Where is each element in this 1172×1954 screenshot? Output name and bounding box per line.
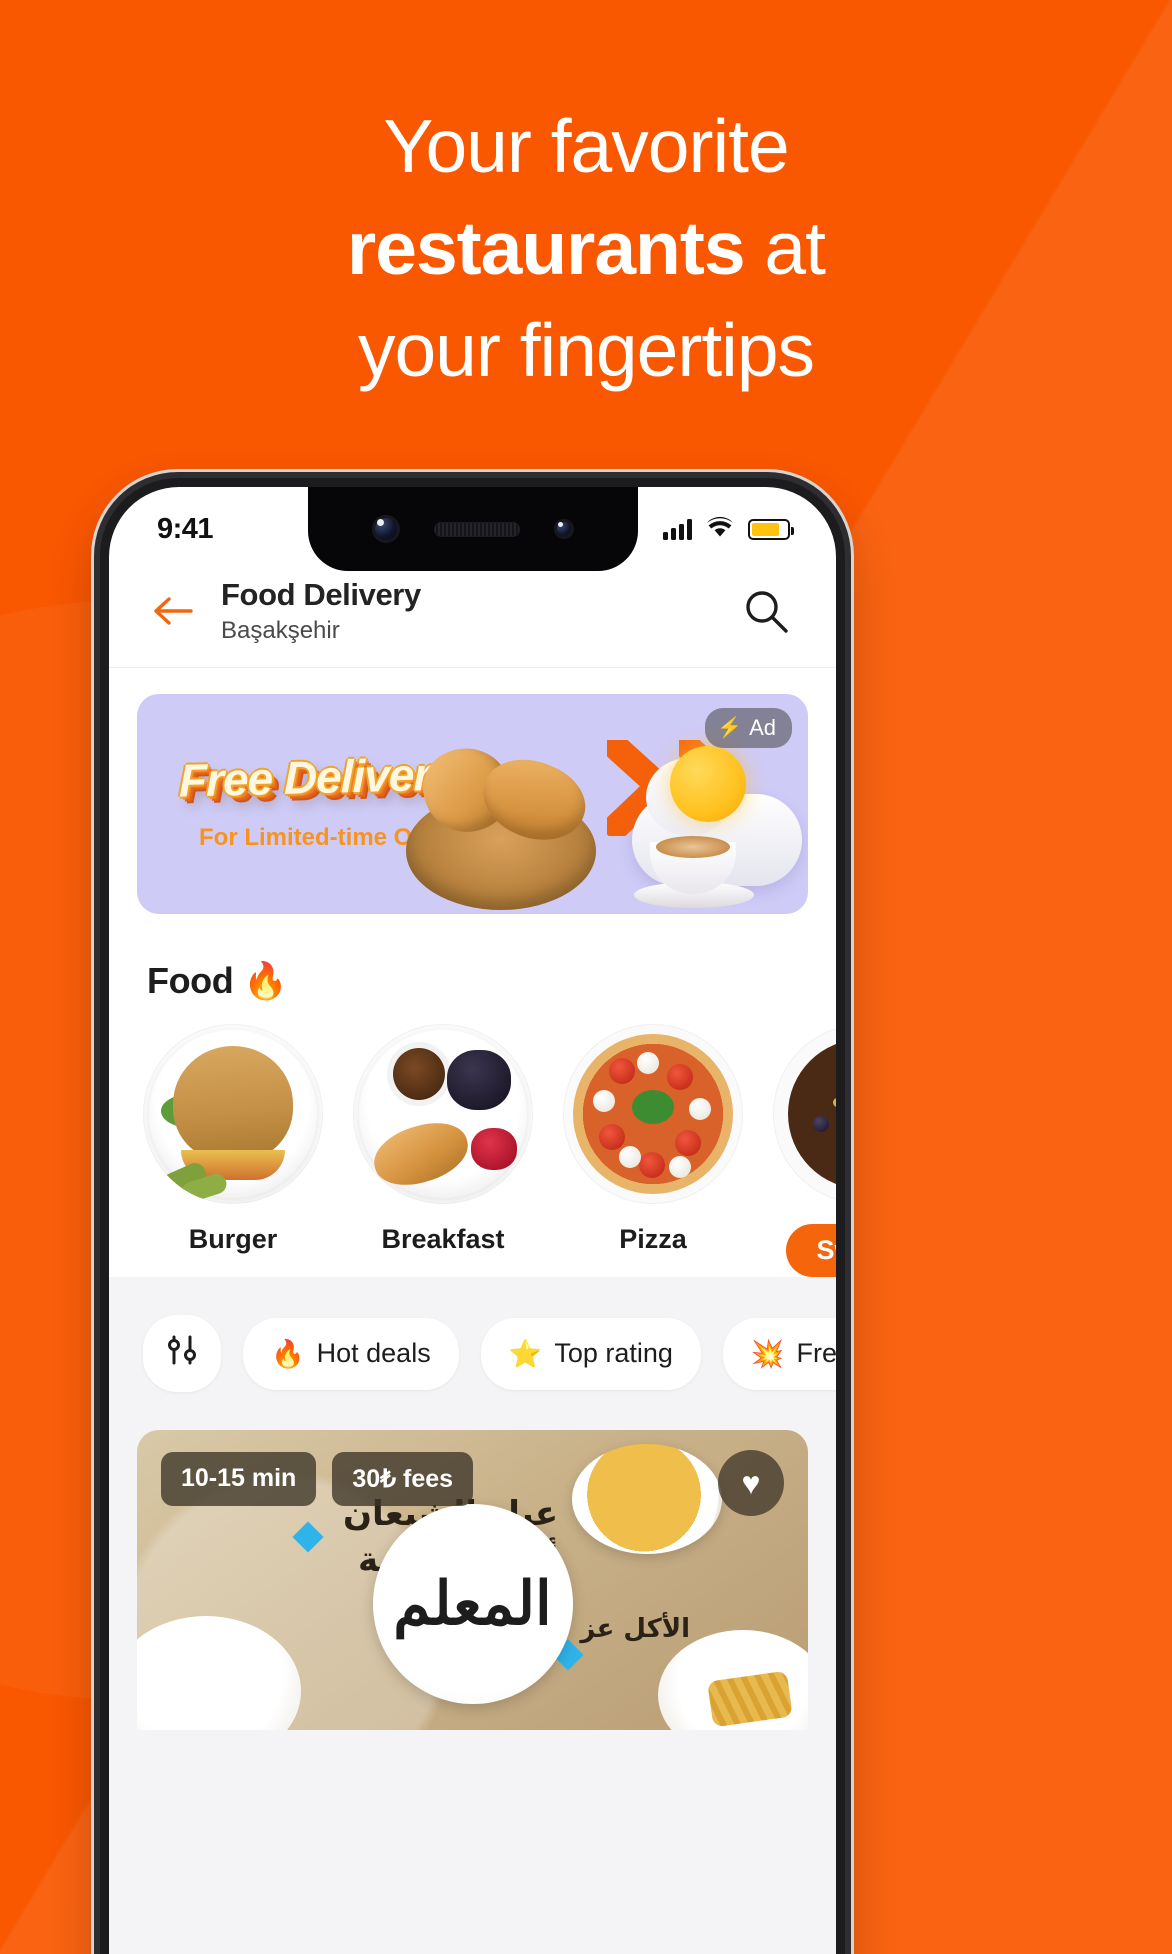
filter-sliders-icon — [165, 1335, 199, 1372]
category-label-breakfast: Breakfast — [381, 1224, 505, 1254]
food-section-title: Food 🔥 — [109, 914, 836, 1024]
cellular-signal-icon — [663, 518, 692, 540]
restaurant-side-dish-image — [137, 1616, 301, 1730]
category-item-pizza[interactable]: Pizza — [563, 1024, 743, 1277]
ad-badge-label: Ad — [749, 715, 776, 740]
collision-icon: 💥 — [750, 1338, 785, 1369]
heart-icon: ♥ — [741, 1464, 761, 1501]
restaurant-card[interactable]: عيار الشبعان أربعين لقمة الأكل عز المعلم… — [137, 1430, 808, 1730]
hero-line-3: your fingertips — [357, 308, 815, 392]
category-image-breakfast — [353, 1024, 533, 1204]
double-chevron-icon — [607, 740, 745, 836]
filter-chip-free-delivery-label: Free delivery — [796, 1338, 836, 1368]
restaurant-logo: المعلم — [372, 1504, 573, 1704]
page-title: Food Delivery — [221, 577, 421, 612]
hero-headline: Your favorite restaurants at your finger… — [0, 95, 1172, 401]
app-header: Food Delivery Başakşehir — [109, 571, 836, 668]
hero-line-1: Your favorite — [383, 104, 789, 188]
hero-line-2: restaurants at — [0, 197, 1172, 299]
filter-chip-top-rating-label: Top rating — [554, 1338, 673, 1368]
filter-chip-free-delivery[interactable]: 💥 Free delivery — [722, 1317, 836, 1390]
category-image-sweets — [773, 1024, 836, 1204]
hero-line-2-rest: at — [744, 206, 826, 290]
status-icons — [663, 516, 794, 543]
hero-line-2-bold: restaurants — [347, 206, 746, 290]
ad-banner-subtitle: For Limited-time Only — [199, 824, 448, 851]
app-header-titles: Food Delivery Başakşehir — [221, 577, 716, 645]
category-label-sweets[interactable]: Sweets — [786, 1224, 836, 1277]
category-image-burger — [143, 1024, 323, 1204]
restaurant-arabic-text-2: الأكل عز — [580, 1614, 690, 1644]
filter-sliders-button[interactable] — [143, 1315, 221, 1392]
ad-banner-title: Free Delivery — [179, 747, 455, 807]
wifi-icon — [705, 516, 735, 543]
category-label-burger: Burger — [188, 1224, 278, 1254]
app-content: Free Delivery For Limited-time Only ⚡ Ad… — [109, 668, 836, 1954]
coffee-cup-image — [634, 830, 754, 908]
status-bar: 9:41 — [109, 487, 836, 571]
category-item-burger[interactable]: Burger — [143, 1024, 323, 1277]
ad-badge[interactable]: ⚡ Ad — [705, 708, 792, 748]
phone-screen: 9:41 Food Delivery Başakşehir Free Deliv… — [109, 487, 836, 1954]
lightning-bolt-icon: ⚡ — [717, 717, 743, 739]
food-category-list[interactable]: Burger Breakfast Pizza S — [109, 1024, 836, 1277]
ad-banner[interactable]: Free Delivery For Limited-time Only ⚡ Ad — [137, 694, 808, 914]
category-item-breakfast[interactable]: Breakfast — [353, 1024, 533, 1277]
star-icon: ⭐ — [508, 1338, 543, 1369]
category-label-pizza: Pizza — [619, 1224, 687, 1254]
restaurant-badges: 10-15 min 30₺ fees — [161, 1452, 474, 1506]
favorite-button[interactable]: ♥ — [718, 1450, 784, 1516]
decor-diamond-1 — [292, 1521, 324, 1553]
delivery-fee-badge: 30₺ fees — [332, 1452, 474, 1506]
filter-chip-hot-deals-label: Hot deals — [316, 1338, 431, 1368]
filter-chip-list[interactable]: 🔥 Hot deals ⭐ Top rating 💥 Free delivery… — [109, 1277, 836, 1430]
phone-mockup: 9:41 Food Delivery Başakşehir Free Deliv… — [100, 478, 845, 1954]
filter-chip-hot-deals[interactable]: 🔥 Hot deals — [243, 1317, 459, 1390]
category-image-pizza — [563, 1024, 743, 1204]
battery-icon — [748, 518, 794, 540]
fire-icon: 🔥 — [271, 1338, 305, 1369]
ad-banner-container: Free Delivery For Limited-time Only ⚡ Ad — [109, 668, 836, 914]
filter-chip-top-rating[interactable]: ⭐ Top rating — [480, 1317, 701, 1390]
back-arrow-icon[interactable] — [149, 587, 197, 635]
restaurant-coffee-image — [572, 1444, 722, 1554]
page-subtitle: Başakşehir — [221, 617, 340, 644]
status-time: 9:41 — [157, 512, 214, 545]
delivery-time-badge: 10-15 min — [161, 1452, 317, 1506]
search-icon[interactable] — [740, 585, 792, 637]
category-item-sweets[interactable]: Sweets — [773, 1024, 836, 1277]
restaurant-list: عيار الشبعان أربعين لقمة الأكل عز المعلم… — [109, 1430, 836, 1730]
